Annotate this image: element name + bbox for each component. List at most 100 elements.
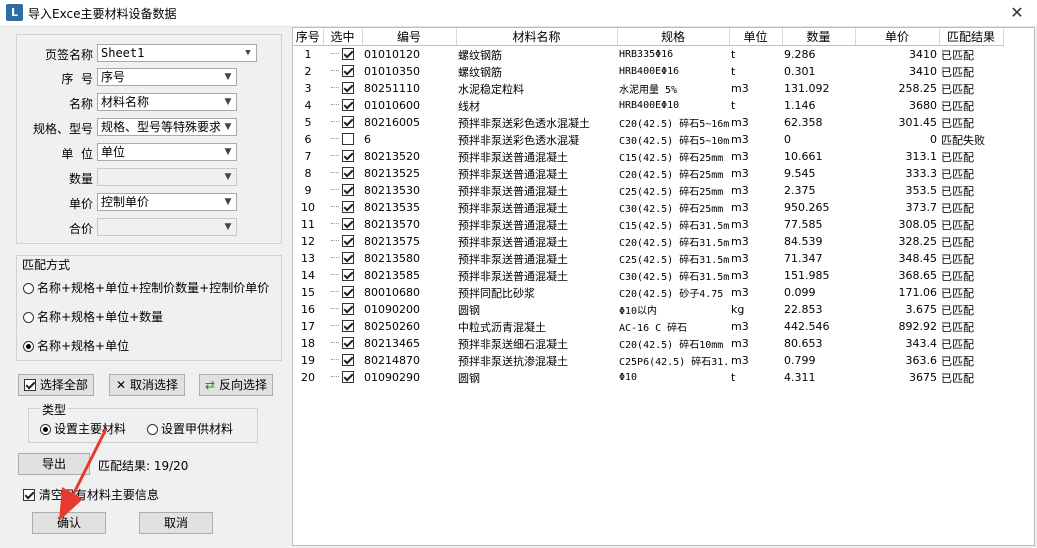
total-select[interactable]: ▼ xyxy=(97,218,237,236)
code-cell: 80213585 xyxy=(364,269,420,282)
checkbox-icon[interactable] xyxy=(342,99,354,111)
table-row[interactable]: 4 01010600 线材 HRB400EΦ10 t 1.146 3680 已匹配 xyxy=(293,97,1003,114)
table-row[interactable]: 6 6 预拌非泵送彩色透水混凝 C30(42.5) 碎石5~10mm m3 0 0 匹配失败 xyxy=(293,131,1003,148)
row-checkbox[interactable] xyxy=(323,284,362,301)
checkbox-icon[interactable] xyxy=(342,133,354,145)
checkbox-icon[interactable] xyxy=(342,286,354,298)
checkbox-icon[interactable] xyxy=(342,371,354,383)
table-row[interactable]: 19 80214870 预拌非泵送抗渗混凝土 C25P6(42.5) 碎石31. m3 0… xyxy=(293,352,1003,369)
chevron-down-icon: ▼ xyxy=(220,219,236,235)
row-checkbox[interactable] xyxy=(323,335,362,352)
checkbox-icon[interactable] xyxy=(342,48,354,60)
row-checkbox[interactable] xyxy=(323,318,362,335)
unit-cell: m3 xyxy=(731,82,749,95)
row-checkbox[interactable] xyxy=(323,63,362,80)
price-select[interactable]: 控制单价 ▼ xyxy=(97,193,237,211)
quantity-cell: 80.653 xyxy=(784,337,823,350)
deselect-button[interactable]: ✕ 取消选择 xyxy=(109,374,185,396)
unit-select[interactable]: 单位 ▼ xyxy=(97,143,237,161)
row-checkbox[interactable] xyxy=(323,216,362,233)
price-cell: 301.45 xyxy=(898,116,938,129)
checkbox-icon[interactable] xyxy=(342,303,354,315)
table-row[interactable]: 16 01090200 圆钢 Φ10以内 kg 22.853 3.675 已匹配 xyxy=(293,301,1003,318)
checkbox-icon[interactable] xyxy=(342,337,354,349)
checkbox-icon[interactable] xyxy=(342,354,354,366)
checkbox-icon[interactable] xyxy=(342,116,354,128)
checkbox-icon[interactable] xyxy=(342,235,354,247)
match-option-basic[interactable]: 名称+规格+单位 xyxy=(23,337,129,354)
row-number: 13 xyxy=(301,252,315,265)
table-row[interactable]: 3 80251110 水泥稳定粒料 水泥用量 5% m3 131.092 258.25 已匹配 xyxy=(293,80,1003,97)
row-checkbox[interactable] xyxy=(323,369,362,386)
table-row[interactable]: 12 80213575 预拌非泵送普通混凝土 C20(42.5) 碎石31.5mm m3… xyxy=(293,233,1003,250)
result-cell: 已匹配 xyxy=(941,337,974,351)
checkbox-icon[interactable] xyxy=(342,201,354,213)
table-row[interactable]: 5 80216005 预拌非泵送彩色透水混凝土 C20(42.5) 碎石5~16mm m… xyxy=(293,114,1003,131)
invert-selection-button[interactable]: ⇄ 反向选择 xyxy=(199,374,273,396)
checkbox-icon[interactable] xyxy=(342,269,354,281)
select-all-button[interactable]: 选择全部 xyxy=(18,374,94,396)
table-row[interactable]: 13 80213580 预拌非泵送普通混凝土 C25(42.5) 碎石31.5mm m3… xyxy=(293,250,1003,267)
column-header[interactable]: 数量 xyxy=(782,28,856,46)
close-button[interactable]: ✕ xyxy=(997,0,1037,26)
tree-dots xyxy=(331,291,339,292)
spec-select[interactable]: 规格、型号等特殊要求 ▼ xyxy=(97,118,237,136)
table-row[interactable]: 8 80213525 预拌非泵送普通混凝土 C20(42.5) 碎石25mm m3 9.5… xyxy=(293,165,1003,182)
row-checkbox[interactable] xyxy=(323,46,362,64)
row-checkbox[interactable] xyxy=(323,80,362,97)
checkbox-icon[interactable] xyxy=(342,82,354,94)
column-header[interactable]: 序号 xyxy=(293,28,324,46)
column-header[interactable]: 编号 xyxy=(362,28,457,46)
checkbox-icon[interactable] xyxy=(342,184,354,196)
name-select[interactable]: 材料名称 ▼ xyxy=(97,93,237,111)
column-header[interactable]: 规格 xyxy=(617,28,730,46)
checkbox-icon[interactable] xyxy=(342,218,354,230)
row-checkbox[interactable] xyxy=(323,301,362,318)
table-row[interactable]: 15 80010680 预拌同配比砂浆 C20(42.5) 砂子4.75 m3 0.099… xyxy=(293,284,1003,301)
table-row[interactable]: 17 80250260 中粒式沥青混凝土 AC-16 C 碎石 m3 442.546 892… xyxy=(293,318,1003,335)
row-checkbox[interactable] xyxy=(323,182,362,199)
checkbox-icon[interactable] xyxy=(342,252,354,264)
serial-select[interactable]: 序号 ▼ xyxy=(97,68,237,86)
checkbox-icon[interactable] xyxy=(342,320,354,332)
checkbox-icon[interactable] xyxy=(342,167,354,179)
row-checkbox[interactable] xyxy=(323,233,362,250)
row-checkbox[interactable] xyxy=(323,148,362,165)
sheet-name-select[interactable]: Sheet1 ▼ xyxy=(97,44,257,62)
checkbox-icon[interactable] xyxy=(342,65,354,77)
table-row[interactable]: 10 80213535 预拌非泵送普通混凝土 C30(42.5) 碎石25mm m3 95… xyxy=(293,199,1003,216)
column-header[interactable]: 材料名称 xyxy=(456,28,618,46)
table-row[interactable]: 1 01010120 螺纹钢筋 HRB335Φ16 t 9.286 3410 已匹配 xyxy=(293,46,1003,64)
row-checkbox[interactable] xyxy=(323,97,362,114)
price-cell: 0 xyxy=(930,133,937,146)
quantity-select[interactable]: ▼ xyxy=(97,168,237,186)
table-row[interactable]: 11 80213570 预拌非泵送普通混凝土 C15(42.5) 碎石31.5mm m3… xyxy=(293,216,1003,233)
column-header[interactable]: 匹配结果 xyxy=(939,28,1004,46)
table-row[interactable]: 7 80213520 预拌非泵送普通混凝土 C15(42.5) 碎石25mm m3 10.… xyxy=(293,148,1003,165)
match-option-quantity[interactable]: 名称+规格+单位+数量 xyxy=(23,308,163,325)
table-row[interactable]: 14 80213585 预拌非泵送普通混凝土 C30(42.5) 碎石31.5mm m3… xyxy=(293,267,1003,284)
table-row[interactable]: 18 80213465 预拌非泵送细石混凝土 C20(42.5) 碎石10mm m3 80… xyxy=(293,335,1003,352)
column-header[interactable]: 选中 xyxy=(323,28,363,46)
row-checkbox[interactable] xyxy=(323,165,362,182)
table-row[interactable]: 9 80213530 预拌非泵送普通混凝土 C25(42.5) 碎石25mm m3 2.3… xyxy=(293,182,1003,199)
row-checkbox[interactable] xyxy=(323,199,362,216)
row-checkbox[interactable] xyxy=(323,250,362,267)
column-header[interactable]: 单价 xyxy=(855,28,940,46)
row-checkbox[interactable] xyxy=(323,131,362,148)
code-cell: 80216005 xyxy=(364,116,420,129)
row-checkbox[interactable] xyxy=(323,267,362,284)
set-supply-material-radio[interactable]: 设置甲供材料 xyxy=(147,420,233,437)
match-option-full[interactable]: 名称+规格+单位+控制价数量+控制价单价 xyxy=(23,279,269,296)
materials-table[interactable]: 序号 选中 编号 材料名称 规格 单位 数量 单价 匹配结果 1 01010120… xyxy=(292,27,1035,546)
table-row[interactable]: 2 01010350 螺纹钢筋 HRB400EΦ16 t 0.301 3410 已匹配 xyxy=(293,63,1003,80)
code-cell: 80251110 xyxy=(364,82,420,95)
row-checkbox[interactable] xyxy=(323,352,362,369)
column-header[interactable]: 单位 xyxy=(729,28,783,46)
cancel-button[interactable]: 取消 xyxy=(139,512,213,534)
tree-dots xyxy=(331,138,339,139)
result-cell: 已匹配 xyxy=(941,201,974,215)
table-row[interactable]: 20 01090290 圆钢 Φ10 t 4.311 3675 已匹配 xyxy=(293,369,1003,386)
row-checkbox[interactable] xyxy=(323,114,362,131)
checkbox-icon[interactable] xyxy=(342,150,354,162)
